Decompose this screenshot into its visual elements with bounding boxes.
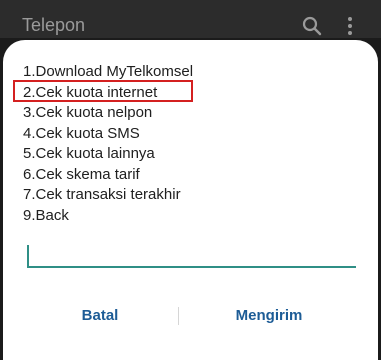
app-bar: Telepon xyxy=(0,0,381,38)
text-cursor xyxy=(27,245,29,266)
cancel-button[interactable]: Batal xyxy=(23,300,177,332)
menu-item-back: 9.Back xyxy=(23,206,69,224)
menu-item-cek-kuota-lainnya: 5.Cek kuota lainnya xyxy=(23,145,155,162)
app-title: Telepon xyxy=(22,15,86,35)
menu-item-cek-skema-tarif: 6.Cek skema tarif xyxy=(23,165,140,183)
menu-item-cek-kuota-nelpon: 3.Cek kuota nelpon xyxy=(23,104,153,121)
more-vertical-icon[interactable] xyxy=(344,16,356,36)
search-icon[interactable] xyxy=(302,16,322,36)
highlight-box xyxy=(13,80,193,102)
button-divider xyxy=(178,307,179,325)
menu-item-cek-kuota-sms: 4.Cek kuota SMS xyxy=(23,124,140,142)
ussd-dialog: 1.Download MyTelkomsel 2.Cek kuota inter… xyxy=(3,40,378,360)
menu-item-cek-transaksi-terakhir: 7.Cek transaksi terakhir xyxy=(23,186,181,203)
send-button[interactable]: Mengirim xyxy=(189,300,349,332)
reply-input[interactable] xyxy=(27,240,356,268)
